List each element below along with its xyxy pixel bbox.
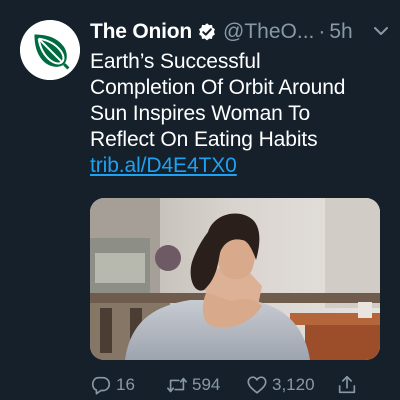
retweet-count: 594 bbox=[192, 375, 221, 394]
tweet-photo[interactable] bbox=[90, 198, 380, 360]
separator-dot: · bbox=[318, 20, 326, 43]
tweet-actions: 16 594 3,120 bbox=[90, 372, 390, 398]
tweet-text-line: Reflect On Eating Habits bbox=[90, 128, 318, 151]
tweet-header: The Onion @TheO... · 5h bbox=[90, 18, 390, 46]
tweet-text: Earth’s Successful Completion Of Orbit A… bbox=[90, 49, 395, 179]
heart-icon bbox=[247, 376, 267, 394]
article-link[interactable]: trib.al/D4E4TX0 bbox=[90, 154, 237, 177]
share-button[interactable] bbox=[336, 374, 362, 396]
onion-logo-icon[interactable] bbox=[20, 20, 80, 80]
tweet-text-line: Completion Of Orbit Around bbox=[90, 76, 346, 99]
tweet-text-line: Earth’s Successful bbox=[90, 50, 261, 73]
share-icon bbox=[338, 375, 356, 394]
tweet-card[interactable]: The Onion @TheO... · 5h Earth’s Successf… bbox=[0, 0, 400, 400]
tweet-text-line: Sun Inspires Woman To bbox=[90, 102, 311, 125]
reply-icon bbox=[91, 376, 111, 395]
reply-button[interactable]: 16 bbox=[90, 374, 166, 396]
chevron-down-icon[interactable] bbox=[372, 22, 390, 40]
retweet-icon bbox=[167, 377, 187, 393]
retweet-button[interactable]: 594 bbox=[166, 374, 246, 396]
tweet-timestamp[interactable]: 5h bbox=[329, 20, 352, 44]
author-handle[interactable]: @TheO... bbox=[223, 20, 314, 44]
like-count: 3,120 bbox=[272, 375, 315, 394]
like-button[interactable]: 3,120 bbox=[246, 374, 336, 396]
author-name[interactable]: The Onion bbox=[90, 20, 192, 44]
verified-badge-icon bbox=[197, 22, 217, 42]
reply-count: 16 bbox=[116, 375, 135, 394]
